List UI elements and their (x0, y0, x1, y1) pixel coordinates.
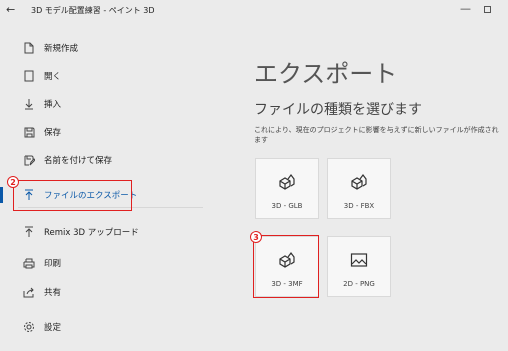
sidebar-item-label: 保存 (44, 128, 62, 138)
sidebar-item-share[interactable]: 共有 (0, 281, 205, 303)
tile-label: 3D - GLB (271, 202, 303, 210)
3d-model-icon (350, 173, 368, 191)
new-file-icon (22, 41, 36, 55)
back-arrow-icon[interactable]: ← (6, 3, 15, 16)
settings-icon (22, 320, 36, 334)
sidebar-item-label: 挿入 (44, 100, 62, 110)
3d-model-icon (278, 173, 296, 191)
highlight-box-3mf (253, 235, 319, 298)
image-icon (350, 251, 368, 269)
sidebar-item-label: Remix 3D アップロード (44, 228, 139, 238)
print-icon (22, 256, 36, 270)
save-icon (22, 125, 36, 139)
sidebar-item-label: 新規作成 (44, 44, 79, 54)
window-title: 3D モデル配置練習 - ペイント 3D (31, 6, 155, 15)
active-indicator (0, 187, 3, 203)
step-badge-2: 2 (7, 176, 19, 188)
sidebar-item-save-as[interactable]: 名前を付けて保存 (0, 149, 205, 171)
sidebar-item-save[interactable]: 保存 (0, 121, 205, 143)
title-bar: ← 3D モデル配置練習 - ペイント 3D — (0, 0, 508, 22)
share-icon (22, 285, 36, 299)
export-tile-2d-png[interactable]: 2D - PNG (327, 236, 391, 297)
sidebar-item-label: 共有 (44, 288, 62, 298)
sidebar-item-insert[interactable]: 挿入 (0, 93, 205, 115)
sidebar-item-label: 設定 (44, 323, 62, 333)
step-badge-3: 3 (250, 231, 262, 243)
insert-icon (22, 97, 36, 111)
sidebar-item-new[interactable]: 新規作成 (0, 37, 205, 59)
section-subtitle: ファイルの種類を選びます (254, 102, 422, 118)
sidebar-item-label: 印刷 (44, 259, 62, 269)
highlight-box-export (13, 180, 132, 211)
sidebar-item-label: 開く (44, 72, 62, 82)
export-tile-3d-glb[interactable]: 3D - GLB (255, 158, 319, 219)
save-as-icon (22, 153, 36, 167)
tile-label: 2D - PNG (343, 280, 375, 288)
sidebar-item-label: 名前を付けて保存 (44, 156, 113, 166)
page-title: エクスポート (254, 60, 398, 88)
sidebar-item-remix-upload[interactable]: Remix 3D アップロード (0, 221, 205, 243)
sidebar-item-open[interactable]: 開く (0, 65, 205, 87)
open-icon (22, 69, 36, 83)
tile-label: 3D - FBX (343, 202, 375, 210)
sidebar-item-settings[interactable]: 設定 (0, 316, 205, 338)
sidebar-item-print[interactable]: 印刷 (0, 252, 205, 274)
minimize-button[interactable]: — (460, 2, 471, 15)
description-text: これにより、現在のプロジェクトに影響を与えずに新しいファイルが作成されます (254, 126, 499, 144)
export-tile-3d-fbx[interactable]: 3D - FBX (327, 158, 391, 219)
maximize-button[interactable] (484, 6, 491, 13)
upload-icon (22, 225, 36, 239)
